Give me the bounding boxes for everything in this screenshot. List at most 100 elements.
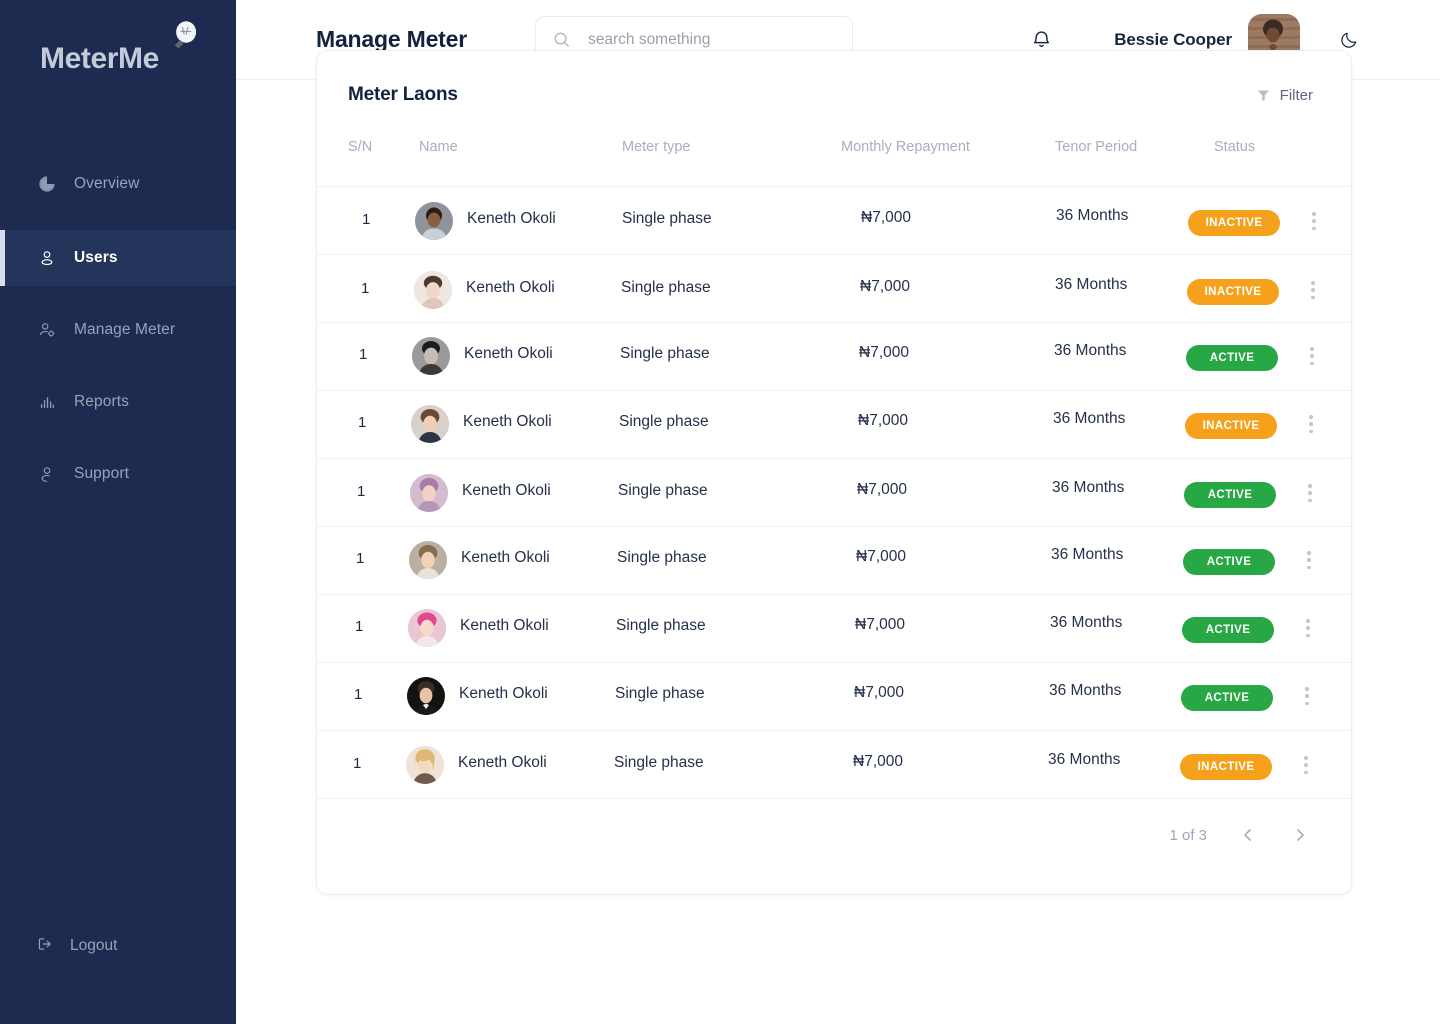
sidebar-item-reports[interactable]: Reports xyxy=(0,374,236,430)
table-row[interactable]: 1 Keneth Okoli Single phase ₦7,000 36 Mo… xyxy=(317,663,1351,731)
cell-name: Keneth Okoli xyxy=(463,413,552,430)
sidebar-item-label: Users xyxy=(74,249,118,266)
brand-logo[interactable]: MeterMe xyxy=(0,0,236,118)
kebab-menu-icon[interactable] xyxy=(1301,482,1319,504)
sidebar-item-users[interactable]: Users xyxy=(0,230,236,286)
table-row[interactable]: 1 Keneth Okoli Single phase ₦7,000 36 Mo… xyxy=(317,323,1351,391)
cell-sn: 1 xyxy=(355,618,364,635)
cell-monthly-repayment: ₦7,000 xyxy=(859,344,909,361)
filter-label: Filter xyxy=(1279,86,1313,104)
lightbulb-icon xyxy=(168,20,198,54)
column-header-tenor-period: Tenor Period xyxy=(1055,139,1138,155)
cell-sn: 1 xyxy=(361,280,370,297)
status-badge[interactable]: INACTIVE xyxy=(1188,210,1280,236)
logout-icon xyxy=(36,935,54,958)
table-header-row: S/N Name Meter type Monthly Repayment Te… xyxy=(317,139,1351,187)
page-title: Manage Meter xyxy=(316,26,467,52)
kebab-menu-icon[interactable] xyxy=(1298,685,1316,707)
app-root: MeterMe Overview Users Manage Meter Repo… xyxy=(0,0,1440,1024)
cell-sn: 1 xyxy=(354,686,363,703)
kebab-menu-icon[interactable] xyxy=(1305,210,1323,232)
status-badge[interactable]: INACTIVE xyxy=(1180,754,1272,780)
row-avatar xyxy=(407,677,445,715)
kebab-menu-icon[interactable] xyxy=(1300,549,1318,571)
cell-monthly-repayment: ₦7,000 xyxy=(855,616,905,633)
cell-tenor-period: 36 Months xyxy=(1051,546,1124,563)
cell-name: Keneth Okoli xyxy=(458,754,547,771)
cell-sn: 1 xyxy=(357,483,366,500)
column-header-sn: S/N xyxy=(348,139,373,155)
table-row[interactable]: 1 Keneth Okoli Single phase ₦7,000 36 Mo… xyxy=(317,187,1351,255)
cell-meter-type: Single phase xyxy=(616,617,706,634)
row-avatar xyxy=(415,202,453,240)
table-row[interactable]: 1 Keneth Okoli Single phase ₦7,000 36 Mo… xyxy=(317,731,1351,799)
sidebar: MeterMe Overview Users Manage Meter Repo… xyxy=(0,0,236,1024)
row-avatar xyxy=(410,474,448,512)
cell-tenor-period: 36 Months xyxy=(1053,410,1126,427)
sidebar-item-overview[interactable]: Overview xyxy=(0,156,236,212)
search-icon xyxy=(552,30,572,49)
cell-monthly-repayment: ₦7,000 xyxy=(861,209,911,226)
table-row[interactable]: 1 Keneth Okoli Single phase ₦7,000 36 Mo… xyxy=(317,255,1351,323)
cell-tenor-period: 36 Months xyxy=(1054,342,1127,359)
kebab-menu-icon[interactable] xyxy=(1297,754,1315,776)
kebab-menu-icon[interactable] xyxy=(1304,279,1322,301)
cell-name: Keneth Okoli xyxy=(459,685,548,702)
table-row[interactable]: 1 Keneth Okoli Single phase ₦7,000 36 Mo… xyxy=(317,595,1351,663)
sidebar-item-support[interactable]: Support xyxy=(0,446,236,502)
user-icon xyxy=(36,247,58,269)
sidebar-item-label: Support xyxy=(74,465,129,482)
user-cog-icon xyxy=(36,319,58,341)
kebab-menu-icon[interactable] xyxy=(1299,617,1317,639)
row-avatar xyxy=(406,746,444,784)
cell-meter-type: Single phase xyxy=(622,210,712,227)
cell-name: Keneth Okoli xyxy=(462,482,551,499)
status-badge[interactable]: INACTIVE xyxy=(1185,413,1277,439)
kebab-menu-icon[interactable] xyxy=(1303,345,1321,367)
search-input[interactable] xyxy=(587,30,818,49)
cell-sn: 1 xyxy=(356,550,365,567)
cell-monthly-repayment: ₦7,000 xyxy=(856,548,906,565)
cell-name: Keneth Okoli xyxy=(460,617,549,634)
pagination-label: 1 of 3 xyxy=(1169,826,1207,844)
pie-chart-icon xyxy=(36,173,58,195)
cell-sn: 1 xyxy=(359,346,368,363)
cell-tenor-period: 36 Months xyxy=(1050,614,1123,631)
cell-sn: 1 xyxy=(358,414,367,431)
sidebar-item-manage-meter[interactable]: Manage Meter xyxy=(0,302,236,358)
pagination: 1 of 3 xyxy=(1169,824,1311,846)
chevron-right-icon[interactable] xyxy=(1289,824,1311,846)
status-badge[interactable]: INACTIVE xyxy=(1187,279,1279,305)
status-badge[interactable]: ACTIVE xyxy=(1182,617,1274,643)
cell-meter-type: Single phase xyxy=(621,279,711,296)
meter-loans-card: Meter Laons Filter S/N Name Meter type M… xyxy=(316,50,1352,895)
cell-tenor-period: 36 Months xyxy=(1049,682,1122,699)
chevron-left-icon[interactable] xyxy=(1237,824,1259,846)
cell-meter-type: Single phase xyxy=(619,413,709,430)
card-header: Meter Laons Filter xyxy=(317,51,1351,139)
filter-button[interactable]: Filter xyxy=(1256,87,1313,104)
sidebar-item-label: Reports xyxy=(74,393,129,410)
status-badge[interactable]: ACTIVE xyxy=(1184,482,1276,508)
cell-meter-type: Single phase xyxy=(615,685,705,702)
support-icon xyxy=(36,463,58,485)
cell-tenor-period: 36 Months xyxy=(1052,479,1125,496)
cell-name: Keneth Okoli xyxy=(464,345,553,362)
cell-monthly-repayment: ₦7,000 xyxy=(860,278,910,295)
cell-sn: 1 xyxy=(353,755,362,772)
table-row[interactable]: 1 Keneth Okoli Single phase ₦7,000 36 Mo… xyxy=(317,459,1351,527)
logout-button[interactable]: Logout xyxy=(0,920,236,972)
status-badge[interactable]: ACTIVE xyxy=(1181,685,1273,711)
row-avatar xyxy=(411,405,449,443)
meter-loans-table: S/N Name Meter type Monthly Repayment Te… xyxy=(317,139,1351,799)
row-avatar xyxy=(414,271,452,309)
kebab-menu-icon[interactable] xyxy=(1302,413,1320,435)
status-badge[interactable]: ACTIVE xyxy=(1186,345,1278,371)
cell-tenor-period: 36 Months xyxy=(1056,207,1129,224)
row-avatar xyxy=(408,609,446,647)
table-row[interactable]: 1 Keneth Okoli Single phase ₦7,000 36 Mo… xyxy=(317,391,1351,459)
status-badge[interactable]: ACTIVE xyxy=(1183,549,1275,575)
sidebar-item-label: Manage Meter xyxy=(74,321,176,338)
table-row[interactable]: 1 Keneth Okoli Single phase ₦7,000 36 Mo… xyxy=(317,527,1351,595)
cell-meter-type: Single phase xyxy=(614,754,704,771)
